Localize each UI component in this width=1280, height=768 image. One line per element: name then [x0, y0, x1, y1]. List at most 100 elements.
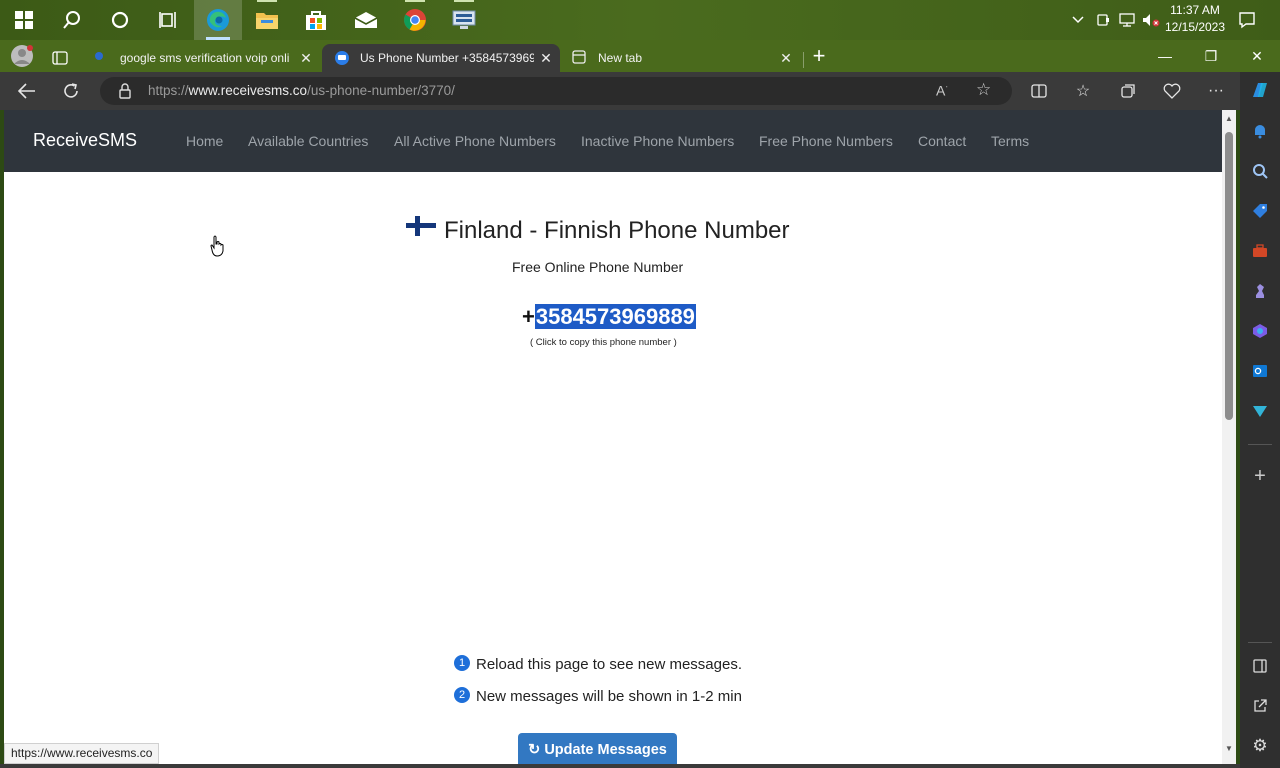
tab-title: google sms verification voip onli: [120, 51, 290, 65]
outlook-icon[interactable]: [1248, 359, 1272, 383]
close-tab-icon[interactable]: ✕: [538, 50, 554, 66]
edge-icon[interactable]: [194, 0, 242, 40]
number-badge: 1: [454, 654, 470, 671]
tab-google-sms[interactable]: google sms verification voip onli ✕: [84, 44, 320, 72]
close-tab-icon[interactable]: ✕: [298, 50, 314, 66]
phone-plus: +: [522, 304, 535, 329]
cortana-icon[interactable]: [96, 0, 144, 40]
mail-icon[interactable]: [342, 0, 390, 40]
tab-actions-icon[interactable]: [46, 44, 74, 72]
clock-date: 12/15/2023: [1164, 20, 1226, 34]
address-bar[interactable]: https://www.receivesms.co/us-phone-numbe…: [100, 77, 1012, 105]
page-title: Finland - Finnish Phone Number: [444, 217, 790, 244]
tab-title: Us Phone Number +3584573969: [360, 51, 534, 65]
nav-home[interactable]: Home: [186, 133, 223, 149]
chrome-icon[interactable]: [391, 0, 439, 40]
new-tab-favicon-icon: [572, 50, 588, 66]
more-options-icon[interactable]: ···: [1201, 76, 1231, 106]
copilot-icon[interactable]: [1248, 78, 1272, 102]
nav-contact[interactable]: Contact: [918, 133, 966, 149]
url-host: www.receivesms.co: [188, 83, 308, 98]
split-screen-icon[interactable]: [1024, 76, 1054, 106]
games-icon[interactable]: [1248, 279, 1272, 303]
microsoft-365-icon[interactable]: [1248, 319, 1272, 343]
collections-icon[interactable]: [1113, 76, 1143, 106]
drop-send-icon[interactable]: [1248, 399, 1272, 423]
url-path: /us-phone-number/3770/: [307, 83, 455, 98]
copy-hint: ( Click to copy this phone number ): [530, 337, 677, 348]
clock-time: 11:37 AM: [1170, 3, 1220, 17]
bell-icon[interactable]: [1248, 119, 1272, 143]
vertical-scrollbar[interactable]: ▲ ▼: [1222, 110, 1236, 764]
task-view-icon[interactable]: [144, 0, 192, 40]
settings-gear-icon[interactable]: ⚙: [1248, 734, 1272, 758]
shopping-tag-icon[interactable]: [1248, 199, 1272, 223]
restore-icon[interactable]: ❐: [1188, 40, 1234, 72]
search-icon[interactable]: [48, 0, 96, 40]
nav-inactive-numbers[interactable]: Inactive Phone Numbers: [581, 133, 734, 149]
nav-terms[interactable]: Terms: [991, 133, 1029, 149]
scrollbar-thumb[interactable]: [1225, 132, 1233, 420]
back-arrow-icon[interactable]: [12, 76, 42, 106]
tab-us-phone-number[interactable]: Us Phone Number +3584573969 ✕: [322, 44, 560, 72]
sidebar-divider: [1248, 444, 1272, 445]
network-icon[interactable]: [1116, 0, 1138, 40]
window-bottom-edge: [0, 764, 1240, 768]
number-badge: 2: [454, 686, 470, 703]
page-subtitle: Free Online Phone Number: [512, 259, 684, 275]
google-favicon-icon: [94, 50, 110, 66]
scroll-down-icon[interactable]: ▼: [1225, 744, 1233, 753]
finland-flag-icon: [406, 216, 436, 236]
close-window-icon[interactable]: ✕: [1234, 40, 1280, 72]
system-clock[interactable]: 11:37 AM 12/15/2023: [1160, 2, 1230, 38]
site-brand[interactable]: ReceiveSMS: [33, 130, 137, 151]
scroll-up-icon[interactable]: ▲: [1225, 114, 1233, 123]
mouse-cursor-icon: [210, 235, 224, 257]
phone-number-display[interactable]: +3584573969889: [522, 304, 696, 330]
open-external-icon[interactable]: [1248, 694, 1272, 718]
tools-icon[interactable]: [1248, 239, 1272, 263]
site-navbar: ReceiveSMS Home Available Countries All …: [4, 110, 1222, 172]
file-explorer-icon[interactable]: [243, 0, 291, 40]
update-messages-label: Update Messages: [544, 742, 667, 758]
nav-free-numbers[interactable]: Free Phone Numbers: [759, 133, 893, 149]
browser-toolbar: https://www.receivesms.co/us-phone-numbe…: [0, 72, 1240, 110]
status-bar-url: https://www.receivesms.co: [4, 743, 160, 764]
info-text: New messages will be shown in 1-2 min: [476, 688, 742, 705]
favorite-star-icon[interactable]: ☆: [976, 80, 991, 100]
search-sidebar-icon[interactable]: [1248, 159, 1272, 183]
info-text: Reload this page to see new messages.: [476, 656, 742, 673]
profile-avatar[interactable]: [8, 42, 36, 70]
browser-essentials-icon[interactable]: [1157, 76, 1187, 106]
close-tab-icon[interactable]: ✕: [778, 50, 794, 66]
tab-separator: [803, 52, 804, 68]
read-aloud-icon[interactable]: Aᐧ: [936, 82, 948, 99]
add-sidebar-icon[interactable]: +: [1248, 464, 1272, 488]
edge-sidebar: + ⚙: [1240, 72, 1280, 768]
tab-title: New tab: [598, 51, 643, 65]
tab-new-tab[interactable]: New tab ✕: [562, 44, 800, 72]
url-text: https://www.receivesms.co/us-phone-numbe…: [148, 83, 455, 98]
page-viewport: ReceiveSMS Home Available Countries All …: [4, 110, 1222, 764]
nav-all-active-numbers[interactable]: All Active Phone Numbers: [394, 133, 556, 149]
hide-sidebar-icon[interactable]: [1248, 654, 1272, 678]
lock-icon[interactable]: [118, 83, 132, 104]
notifications-icon[interactable]: [1236, 0, 1258, 40]
nav-available-countries[interactable]: Available Countries: [248, 133, 368, 149]
usb-icon[interactable]: [1092, 0, 1114, 40]
volume-muted-icon[interactable]: [1140, 0, 1162, 40]
update-messages-button[interactable]: ↻ Update Messages: [518, 733, 677, 764]
chevron-up-icon[interactable]: [1068, 0, 1088, 40]
network-app-icon[interactable]: [440, 0, 488, 40]
refresh-icon[interactable]: [56, 76, 86, 106]
store-icon[interactable]: [292, 0, 340, 40]
windows-start-icon[interactable]: [0, 0, 48, 40]
chat-favicon-icon: [334, 50, 350, 66]
windows-taskbar: 11:37 AM 12/15/2023: [0, 0, 1280, 40]
refresh-icon: ↻: [528, 742, 541, 758]
phone-number[interactable]: 3584573969889: [534, 304, 696, 329]
favorites-icon[interactable]: ☆: [1068, 76, 1098, 106]
new-tab-icon[interactable]: +: [806, 42, 832, 70]
info-item: 2 New messages will be shown in 1-2 min: [454, 686, 742, 705]
minimize-icon[interactable]: —: [1142, 40, 1188, 72]
